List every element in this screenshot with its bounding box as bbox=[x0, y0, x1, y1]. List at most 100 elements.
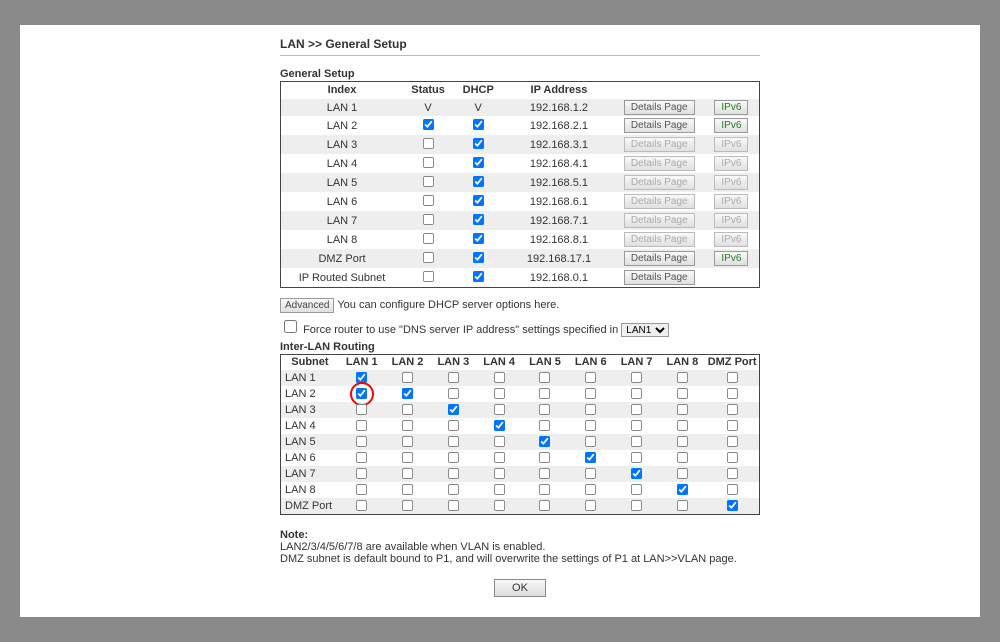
routing-checkbox[interactable] bbox=[631, 500, 642, 511]
routing-checkbox[interactable] bbox=[494, 436, 505, 447]
routing-checkbox[interactable] bbox=[494, 404, 505, 415]
routing-checkbox[interactable] bbox=[356, 484, 367, 495]
routing-checkbox[interactable] bbox=[631, 436, 642, 447]
routing-checkbox[interactable] bbox=[448, 468, 459, 479]
status-checkbox[interactable] bbox=[423, 195, 434, 206]
routing-checkbox[interactable] bbox=[356, 372, 367, 383]
routing-checkbox[interactable] bbox=[402, 420, 413, 431]
routing-checkbox[interactable] bbox=[585, 484, 596, 495]
routing-checkbox[interactable] bbox=[448, 484, 459, 495]
routing-checkbox[interactable] bbox=[539, 372, 550, 383]
routing-checkbox[interactable] bbox=[677, 404, 688, 415]
dhcp-checkbox[interactable] bbox=[473, 119, 484, 130]
routing-checkbox[interactable] bbox=[585, 500, 596, 511]
ipv6-button[interactable]: IPv6 bbox=[714, 251, 748, 266]
routing-checkbox[interactable] bbox=[402, 404, 413, 415]
routing-checkbox[interactable] bbox=[539, 420, 550, 431]
status-checkbox[interactable] bbox=[423, 176, 434, 187]
status-checkbox[interactable] bbox=[423, 271, 434, 282]
routing-checkbox[interactable] bbox=[539, 500, 550, 511]
routing-checkbox[interactable] bbox=[677, 484, 688, 495]
routing-checkbox[interactable] bbox=[631, 388, 642, 399]
routing-checkbox[interactable] bbox=[585, 404, 596, 415]
dhcp-checkbox[interactable] bbox=[473, 138, 484, 149]
routing-checkbox[interactable] bbox=[494, 452, 505, 463]
routing-checkbox[interactable] bbox=[494, 484, 505, 495]
routing-checkbox[interactable] bbox=[677, 420, 688, 431]
routing-checkbox[interactable] bbox=[539, 404, 550, 415]
routing-checkbox[interactable] bbox=[402, 500, 413, 511]
routing-checkbox[interactable] bbox=[494, 388, 505, 399]
routing-checkbox[interactable] bbox=[585, 468, 596, 479]
dhcp-checkbox[interactable] bbox=[473, 252, 484, 263]
dhcp-checkbox[interactable] bbox=[473, 195, 484, 206]
routing-checkbox[interactable] bbox=[677, 372, 688, 383]
dhcp-checkbox[interactable] bbox=[473, 233, 484, 244]
routing-checkbox[interactable] bbox=[677, 436, 688, 447]
routing-checkbox[interactable] bbox=[402, 388, 413, 399]
routing-checkbox[interactable] bbox=[631, 484, 642, 495]
ipv6-button[interactable]: IPv6 bbox=[714, 118, 748, 133]
status-checkbox[interactable] bbox=[423, 138, 434, 149]
routing-checkbox[interactable] bbox=[727, 484, 738, 495]
ipv6-button[interactable]: IPv6 bbox=[714, 100, 748, 115]
routing-checkbox[interactable] bbox=[631, 468, 642, 479]
routing-checkbox[interactable] bbox=[356, 500, 367, 511]
routing-checkbox[interactable] bbox=[356, 404, 367, 415]
advanced-button[interactable]: Advanced bbox=[280, 298, 334, 313]
dhcp-checkbox[interactable] bbox=[473, 214, 484, 225]
dhcp-checkbox[interactable] bbox=[473, 271, 484, 282]
routing-checkbox[interactable] bbox=[448, 420, 459, 431]
routing-checkbox[interactable] bbox=[402, 372, 413, 383]
routing-checkbox[interactable] bbox=[631, 452, 642, 463]
routing-checkbox[interactable] bbox=[727, 436, 738, 447]
routing-checkbox[interactable] bbox=[539, 436, 550, 447]
routing-checkbox[interactable] bbox=[727, 372, 738, 383]
routing-checkbox[interactable] bbox=[727, 404, 738, 415]
force-dns-checkbox[interactable] bbox=[284, 320, 297, 333]
routing-checkbox[interactable] bbox=[448, 388, 459, 399]
routing-checkbox[interactable] bbox=[539, 484, 550, 495]
routing-checkbox[interactable] bbox=[539, 388, 550, 399]
status-checkbox[interactable] bbox=[423, 214, 434, 225]
routing-checkbox[interactable] bbox=[402, 468, 413, 479]
routing-checkbox[interactable] bbox=[494, 372, 505, 383]
routing-checkbox[interactable] bbox=[631, 372, 642, 383]
routing-checkbox[interactable] bbox=[677, 468, 688, 479]
routing-checkbox[interactable] bbox=[448, 500, 459, 511]
routing-checkbox[interactable] bbox=[448, 372, 459, 383]
routing-checkbox[interactable] bbox=[356, 388, 367, 399]
routing-checkbox[interactable] bbox=[631, 420, 642, 431]
routing-checkbox[interactable] bbox=[585, 452, 596, 463]
routing-checkbox[interactable] bbox=[585, 420, 596, 431]
routing-checkbox[interactable] bbox=[677, 388, 688, 399]
routing-checkbox[interactable] bbox=[448, 452, 459, 463]
routing-checkbox[interactable] bbox=[356, 468, 367, 479]
routing-checkbox[interactable] bbox=[677, 500, 688, 511]
routing-checkbox[interactable] bbox=[494, 500, 505, 511]
routing-checkbox[interactable] bbox=[448, 404, 459, 415]
status-checkbox[interactable] bbox=[423, 252, 434, 263]
routing-checkbox[interactable] bbox=[539, 468, 550, 479]
routing-checkbox[interactable] bbox=[631, 404, 642, 415]
status-checkbox[interactable] bbox=[423, 233, 434, 244]
routing-checkbox[interactable] bbox=[539, 452, 550, 463]
details-button[interactable]: Details Page bbox=[624, 118, 695, 133]
ok-button[interactable]: OK bbox=[494, 579, 546, 597]
routing-checkbox[interactable] bbox=[727, 500, 738, 511]
routing-checkbox[interactable] bbox=[448, 436, 459, 447]
routing-checkbox[interactable] bbox=[727, 388, 738, 399]
details-button[interactable]: Details Page bbox=[624, 251, 695, 266]
dhcp-checkbox[interactable] bbox=[473, 176, 484, 187]
routing-checkbox[interactable] bbox=[356, 452, 367, 463]
routing-checkbox[interactable] bbox=[356, 420, 367, 431]
routing-checkbox[interactable] bbox=[356, 436, 367, 447]
routing-checkbox[interactable] bbox=[494, 468, 505, 479]
status-checkbox[interactable] bbox=[423, 119, 434, 130]
routing-checkbox[interactable] bbox=[677, 452, 688, 463]
details-button[interactable]: Details Page bbox=[624, 100, 695, 115]
force-dns-select[interactable]: LAN1 bbox=[621, 323, 669, 337]
dhcp-checkbox[interactable] bbox=[473, 157, 484, 168]
routing-checkbox[interactable] bbox=[727, 468, 738, 479]
routing-checkbox[interactable] bbox=[402, 484, 413, 495]
